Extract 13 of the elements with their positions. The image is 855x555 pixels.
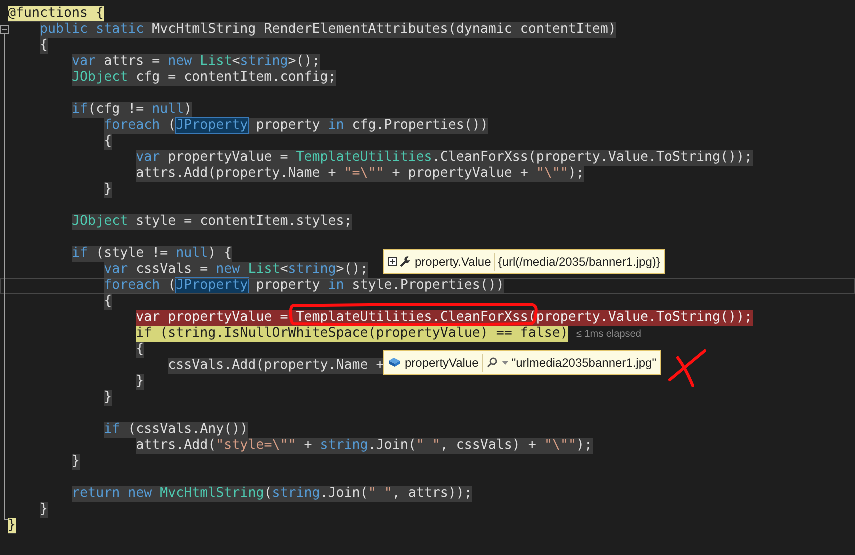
code-line: } — [8, 518, 16, 534]
datatip-expression: propertyValue — [405, 354, 483, 372]
search-icon[interactable] — [486, 357, 498, 368]
cube-icon — [388, 357, 401, 368]
expand-icon[interactable] — [388, 257, 397, 266]
wrench-icon — [399, 256, 411, 268]
code-line: @functions { — [8, 6, 104, 22]
datatip-value: {url(/media/2035/banner1.jpg)} — [498, 254, 660, 270]
perf-tip: ≤ 1ms elapsed — [576, 328, 642, 342]
caret-icon[interactable] — [502, 360, 509, 364]
datatip-value: "urlmedia2035banner1.jpg" — [512, 354, 656, 372]
datatip-expression: property.Value — [415, 252, 496, 270]
cross-mark — [668, 348, 708, 388]
